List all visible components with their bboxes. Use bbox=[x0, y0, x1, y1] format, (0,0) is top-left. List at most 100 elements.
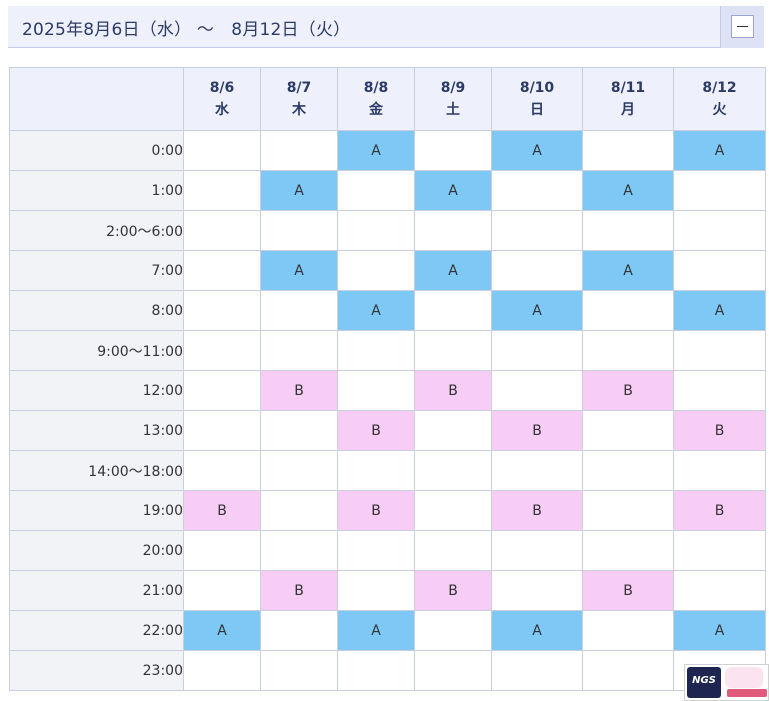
time-label: 9:00～11:00 bbox=[9, 330, 184, 371]
sega-logo bbox=[727, 689, 767, 697]
time-label: 23:00 bbox=[9, 650, 184, 691]
schedule-cell bbox=[414, 210, 492, 251]
day-date: 8/11 bbox=[610, 80, 646, 96]
schedule-row: 21:00 B B B bbox=[9, 570, 766, 611]
schedule-row: 13:00 B B B bbox=[9, 410, 766, 451]
day-weekday: 月 bbox=[621, 102, 635, 118]
schedule-cell: B bbox=[582, 570, 674, 611]
time-label: 13:00 bbox=[9, 410, 184, 451]
date-range-title: 2025年8月6日（水） ～ 8月12日（火） bbox=[22, 20, 351, 40]
time-label: 0:00 bbox=[9, 130, 184, 171]
schedule-cell bbox=[582, 490, 674, 531]
schedule-cell bbox=[673, 170, 766, 211]
schedule-cell bbox=[183, 370, 261, 411]
day-date: 8/9 bbox=[440, 80, 466, 96]
schedule-cell: A bbox=[337, 290, 415, 331]
schedule-row: 22:00 A A A A bbox=[9, 610, 766, 651]
day-weekday: 木 bbox=[292, 102, 306, 118]
collapse-button[interactable] bbox=[731, 15, 754, 38]
time-label: 1:00 bbox=[9, 170, 184, 211]
schedule-cell bbox=[673, 330, 766, 371]
corner-cell bbox=[9, 67, 184, 131]
time-label: 20:00 bbox=[9, 530, 184, 571]
schedule-cell bbox=[414, 130, 492, 171]
schedule-cell bbox=[260, 130, 338, 171]
day-date: 8/6 bbox=[209, 80, 235, 96]
schedule-cell bbox=[414, 490, 492, 531]
schedule-cell bbox=[337, 570, 415, 611]
schedule-row: 7:00 A A A bbox=[9, 250, 766, 291]
schedule-cell bbox=[337, 250, 415, 291]
time-label: 19:00 bbox=[9, 490, 184, 531]
schedule-cell: A bbox=[491, 610, 583, 651]
schedule-row: 14:00～18:00 bbox=[9, 450, 766, 491]
schedule-cell bbox=[414, 330, 492, 371]
schedule-cell bbox=[183, 570, 261, 611]
schedule-cell bbox=[337, 450, 415, 491]
schedule-cell bbox=[183, 410, 261, 451]
schedule-cell bbox=[183, 170, 261, 211]
minus-icon bbox=[737, 26, 748, 27]
schedule-cell bbox=[260, 610, 338, 651]
schedule-cell: A bbox=[582, 170, 674, 211]
schedule-cell bbox=[183, 130, 261, 171]
day-header: 8/8 金 bbox=[337, 67, 415, 131]
schedule-row: 1:00 A A A bbox=[9, 170, 766, 211]
time-label: 7:00 bbox=[9, 250, 184, 291]
schedule-table: 8/6 水 8/7 木 8/8 金 8/9 土 8/10 日 8/11 月 8/12 火 0:00 A A A 1… bbox=[9, 67, 766, 691]
day-header: 8/11 月 bbox=[582, 67, 674, 131]
schedule-cell: A bbox=[183, 610, 261, 651]
schedule-cell bbox=[414, 650, 492, 691]
schedule-cell bbox=[491, 650, 583, 691]
schedule-cell bbox=[183, 330, 261, 371]
day-date: 8/10 bbox=[519, 80, 555, 96]
schedule-cell: B bbox=[337, 410, 415, 451]
schedule-cell: B bbox=[260, 570, 338, 611]
schedule-cell bbox=[414, 530, 492, 571]
event-logo bbox=[725, 667, 763, 688]
day-weekday: 火 bbox=[712, 102, 727, 118]
day-weekday: 日 bbox=[530, 102, 544, 118]
schedule-cell bbox=[183, 650, 261, 691]
time-label: 12:00 bbox=[9, 370, 184, 411]
schedule-row: 8:00 A A A bbox=[9, 290, 766, 331]
day-weekday: 金 bbox=[369, 102, 383, 118]
schedule-cell bbox=[183, 250, 261, 291]
schedule-cell: A bbox=[673, 610, 766, 651]
schedule-cell bbox=[673, 210, 766, 251]
schedule-cell bbox=[260, 330, 338, 371]
schedule-cell bbox=[337, 330, 415, 371]
schedule-cell bbox=[491, 450, 583, 491]
day-date: 8/8 bbox=[363, 80, 389, 96]
schedule-cell bbox=[337, 170, 415, 211]
ngs-logo: NGS bbox=[687, 667, 721, 698]
schedule-row: 12:00 B B B bbox=[9, 370, 766, 411]
schedule-cell bbox=[673, 530, 766, 571]
day-header: 8/6 水 bbox=[183, 67, 261, 131]
schedule-cell bbox=[337, 530, 415, 571]
schedule-cell bbox=[414, 290, 492, 331]
schedule-cell bbox=[414, 610, 492, 651]
schedule-cell bbox=[337, 650, 415, 691]
schedule-cell: A bbox=[414, 250, 492, 291]
schedule-cell: B bbox=[414, 370, 492, 411]
schedule-cell bbox=[260, 210, 338, 251]
schedule-cell: A bbox=[673, 130, 766, 171]
schedule-cell: B bbox=[673, 490, 766, 531]
schedule-row: 0:00 A A A bbox=[9, 130, 766, 171]
time-label: 2:00～6:00 bbox=[9, 210, 184, 251]
day-date: 8/12 bbox=[702, 80, 737, 96]
day-header: 8/10 日 bbox=[491, 67, 583, 131]
schedule-cell bbox=[582, 530, 674, 571]
schedule-cell: B bbox=[414, 570, 492, 611]
schedule-cell bbox=[491, 530, 583, 571]
schedule-cell bbox=[582, 610, 674, 651]
schedule-cell: A bbox=[260, 170, 338, 211]
logo-area: NGS bbox=[684, 664, 769, 701]
schedule-cell: A bbox=[337, 610, 415, 651]
schedule-cell bbox=[491, 330, 583, 371]
schedule-cell bbox=[260, 650, 338, 691]
schedule-cell bbox=[582, 650, 674, 691]
schedule-cell bbox=[491, 250, 583, 291]
schedule-cell bbox=[260, 530, 338, 571]
